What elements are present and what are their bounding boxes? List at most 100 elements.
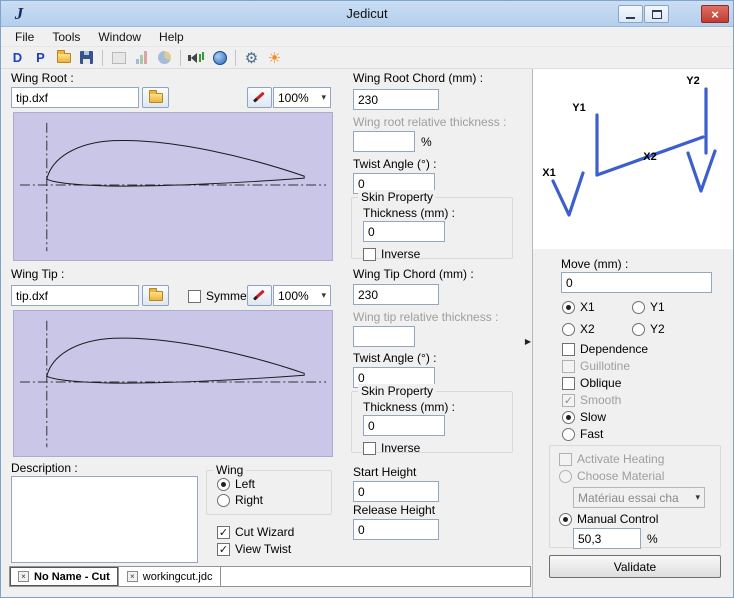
checkbox-box bbox=[217, 525, 230, 539]
guillotine-checkbox: Guillotine bbox=[562, 359, 630, 373]
tab-workingcut-jdc[interactable]: × workingcut.jdc bbox=[118, 567, 222, 586]
wing-root-edit-button[interactable] bbox=[247, 87, 272, 108]
tip-skin-thickness-input[interactable] bbox=[363, 415, 445, 436]
toolbar-separator bbox=[180, 49, 181, 66]
menubar: File Tools Window Help bbox=[1, 27, 733, 47]
minimize-icon bbox=[626, 16, 635, 19]
maximize-icon bbox=[651, 9, 662, 19]
wing-tip-profile-preview bbox=[13, 310, 333, 457]
maximize-button[interactable] bbox=[644, 5, 669, 23]
move-input[interactable] bbox=[561, 272, 712, 293]
toolbar: D P ⚙ ☀ bbox=[1, 47, 733, 69]
wing-root-profile-preview bbox=[13, 112, 333, 261]
manual-control-radio[interactable]: Manual Control bbox=[559, 512, 658, 526]
root-skin-title: Skin Property bbox=[358, 190, 437, 204]
minimize-button[interactable] bbox=[618, 5, 643, 23]
titlebar: J Jedicut × bbox=[1, 1, 733, 27]
tip-skin-thickness-label: Thickness (mm) : bbox=[363, 400, 456, 414]
tip-chord-input[interactable] bbox=[353, 284, 439, 305]
menu-help[interactable]: Help bbox=[150, 28, 193, 46]
axis-y1-radio[interactable]: Y1 bbox=[632, 300, 665, 314]
root-chord-input[interactable] bbox=[353, 89, 439, 110]
fast-radio[interactable]: Fast bbox=[562, 427, 603, 441]
material-icon bbox=[153, 48, 176, 68]
tab-label: No Name - Cut bbox=[34, 570, 110, 583]
checkbox-box bbox=[188, 289, 201, 303]
axis-label-y2: Y2 bbox=[686, 75, 699, 87]
tip-twist-label: Twist Angle (°) : bbox=[353, 351, 437, 365]
checkbox-box bbox=[363, 247, 376, 261]
oblique-checkbox[interactable]: Oblique bbox=[562, 376, 621, 390]
description-textarea[interactable] bbox=[11, 476, 198, 563]
chevron-right-icon: ▶ bbox=[524, 336, 532, 346]
wing-left-radio[interactable]: Left bbox=[217, 477, 255, 491]
checkbox-box bbox=[559, 452, 572, 466]
tab-no-name-cut[interactable]: × No Name - Cut bbox=[10, 567, 119, 586]
tip-inverse-checkbox[interactable]: Inverse bbox=[363, 441, 420, 455]
dxf-import-icon[interactable]: D bbox=[6, 48, 29, 68]
checkbox-box bbox=[562, 393, 575, 407]
plt-import-icon[interactable]: P bbox=[29, 48, 52, 68]
sound-icon[interactable] bbox=[185, 48, 208, 68]
tip-thickness-input[interactable] bbox=[353, 326, 415, 347]
slow-radio[interactable]: Slow bbox=[562, 410, 606, 424]
radio-circle bbox=[562, 410, 575, 424]
tip-thickness-label: Wing tip relative thickness : bbox=[353, 310, 499, 324]
jedicut-window: J Jedicut × File Tools Window Help D P ⚙… bbox=[0, 0, 734, 598]
wing-tip-file-input[interactable] bbox=[11, 285, 139, 306]
close-icon: × bbox=[711, 6, 719, 22]
close-button[interactable]: × bbox=[701, 5, 729, 23]
language-globe-icon[interactable] bbox=[208, 48, 231, 68]
axis-label-x2: X2 bbox=[643, 151, 656, 163]
radio-circle bbox=[217, 493, 230, 507]
save-icon[interactable] bbox=[75, 48, 98, 68]
document-tabs: × No Name - Cut × workingcut.jdc bbox=[9, 566, 531, 587]
root-thickness-input[interactable] bbox=[353, 131, 415, 152]
checkbox-box bbox=[562, 376, 575, 390]
validate-button[interactable]: Validate bbox=[549, 555, 721, 578]
root-thickness-label: Wing root relative thickness : bbox=[353, 115, 507, 129]
dependence-checkbox[interactable]: Dependence bbox=[562, 342, 648, 356]
wing-root-browse-button[interactable] bbox=[142, 87, 169, 108]
wing-group-title: Wing bbox=[213, 463, 247, 477]
wing-root-label: Wing Root : bbox=[11, 71, 74, 85]
close-tab-icon[interactable]: × bbox=[126, 571, 138, 582]
axis-y2-radio[interactable]: Y2 bbox=[632, 322, 665, 336]
smooth-checkbox: Smooth bbox=[562, 393, 621, 407]
menu-file[interactable]: File bbox=[6, 28, 43, 46]
wing-tip-zoom-select[interactable]: 100% ▾ bbox=[273, 285, 331, 306]
folder-icon bbox=[148, 89, 163, 103]
manual-percent-input[interactable] bbox=[573, 528, 641, 549]
brush-icon bbox=[252, 289, 267, 303]
wing-tip-edit-button[interactable] bbox=[247, 285, 272, 306]
wing-right-radio[interactable]: Right bbox=[217, 493, 263, 507]
open-file-icon[interactable] bbox=[52, 48, 75, 68]
description-label: Description : bbox=[11, 461, 78, 475]
root-skin-thickness-input[interactable] bbox=[363, 221, 445, 242]
radio-circle bbox=[632, 322, 645, 336]
root-inverse-checkbox[interactable]: Inverse bbox=[363, 247, 420, 261]
tip-skin-title: Skin Property bbox=[358, 384, 437, 398]
wing-root-file-input[interactable] bbox=[11, 87, 139, 108]
axis-x2-radio[interactable]: X2 bbox=[562, 322, 595, 336]
root-thickness-percent: % bbox=[421, 135, 432, 149]
menu-window[interactable]: Window bbox=[89, 28, 150, 46]
cut-wizard-checkbox[interactable]: Cut Wizard bbox=[217, 525, 294, 539]
wing-tip-browse-button[interactable] bbox=[142, 285, 169, 306]
settings-gear-icon[interactable]: ⚙ bbox=[240, 48, 263, 68]
heating-sun-icon[interactable]: ☀ bbox=[263, 48, 286, 68]
material-select: Matériau essai cha ▾ bbox=[573, 487, 705, 508]
menu-tools[interactable]: Tools bbox=[43, 28, 89, 46]
wing-root-zoom-select[interactable]: 100% ▾ bbox=[273, 87, 331, 108]
release-height-input[interactable] bbox=[353, 519, 439, 540]
start-height-label: Start Height bbox=[353, 465, 417, 479]
axis-x1-radio[interactable]: X1 bbox=[562, 300, 595, 314]
close-tab-icon[interactable]: × bbox=[18, 571, 29, 582]
radio-circle bbox=[217, 477, 230, 491]
axes-diagram: Y1 Y2 X1 X2 bbox=[533, 69, 733, 249]
start-height-input[interactable] bbox=[353, 481, 439, 502]
view-twist-checkbox[interactable]: View Twist bbox=[217, 542, 291, 556]
chevron-down-icon: ▾ bbox=[321, 290, 326, 300]
manual-percent-label: % bbox=[647, 532, 658, 546]
tip-chord-label: Wing Tip Chord (mm) : bbox=[353, 267, 474, 281]
